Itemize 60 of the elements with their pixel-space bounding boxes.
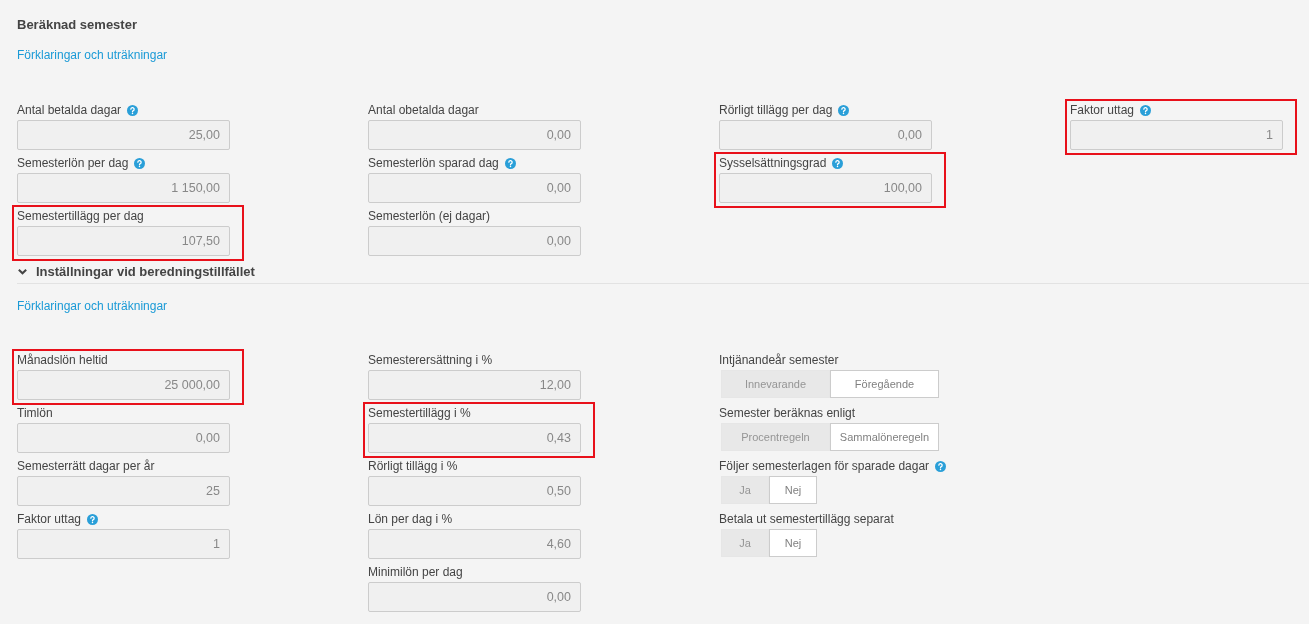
field-label: Följer semesterlagen för sparade dagar [719, 459, 930, 473]
number-field[interactable]: 0,00 [368, 173, 581, 203]
number-field[interactable]: 0,00 [368, 226, 581, 256]
field-label: Sysselsättningsgrad [719, 156, 827, 170]
explanations-link[interactable]: Förklaringar och uträkningar [17, 48, 168, 62]
field-label: Intjänandeår semester [719, 353, 839, 367]
number-field[interactable]: 0,00 [719, 120, 932, 150]
field-label: Semestertillägg i % [368, 406, 471, 420]
segment-option[interactable]: Föregående [830, 370, 939, 398]
number-field[interactable]: 0,43 [368, 423, 581, 453]
field-label: Rörligt tillägg per dag [719, 103, 833, 117]
field-label: Rörligt tillägg i % [368, 459, 458, 473]
number-field[interactable]: 0,50 [368, 476, 581, 506]
field-label: Semesterersättning i % [368, 353, 493, 367]
help-icon[interactable] [1140, 104, 1152, 116]
field-label: Månadslön heltid [17, 353, 108, 367]
help-icon[interactable] [832, 157, 844, 169]
field-label: Faktor uttag [17, 512, 82, 526]
segment-option[interactable]: Ja [721, 529, 769, 557]
help-icon[interactable] [838, 104, 850, 116]
field-label: Semestertillägg per dag [17, 209, 144, 223]
number-field[interactable]: 0,00 [17, 423, 230, 453]
field-label: Antal obetalda dagar [368, 103, 479, 117]
number-field[interactable]: 107,50 [17, 226, 230, 256]
help-icon[interactable] [127, 104, 139, 116]
number-field[interactable]: 12,00 [368, 370, 581, 400]
field-label: Minimilön per dag [368, 565, 463, 579]
help-icon[interactable] [87, 513, 99, 525]
segment-option[interactable]: Innevarande [721, 370, 830, 398]
section-title: Beräknad semester [17, 16, 137, 32]
field-label: Semesterlön sparad dag [368, 156, 499, 170]
number-field[interactable]: 25,00 [17, 120, 230, 150]
explanations-link[interactable]: Förklaringar och uträkningar [17, 299, 168, 313]
field-label: Lön per dag i % [368, 512, 453, 526]
segment-option[interactable]: Nej [769, 529, 817, 557]
field-label: Timlön [17, 406, 53, 420]
segment-option[interactable]: Ja [721, 476, 769, 504]
number-field[interactable]: 0,00 [368, 582, 581, 612]
number-field[interactable]: 1 [17, 529, 230, 559]
help-icon[interactable] [504, 157, 516, 169]
field-label: Semester beräknas enligt [719, 406, 856, 420]
field-label: Semesterlön per dag [17, 156, 129, 170]
number-field[interactable]: 25 [17, 476, 230, 506]
help-icon[interactable] [935, 460, 947, 472]
field-label: Faktor uttag [1070, 103, 1135, 117]
number-field[interactable]: 1 150,00 [17, 173, 230, 203]
field-label: Semesterlön (ej dagar) [368, 209, 491, 223]
field-label: Antal betalda dagar [17, 103, 122, 117]
field-label: Betala ut semestertillägg separat [719, 512, 894, 526]
help-icon[interactable] [134, 157, 146, 169]
segment-option[interactable]: Procentregeln [721, 423, 830, 451]
number-field[interactable]: 25 000,00 [17, 370, 230, 400]
number-field[interactable]: 1 [1070, 120, 1283, 150]
number-field[interactable]: 4,60 [368, 529, 581, 559]
segment-option[interactable]: Sammalöneregeln [830, 423, 939, 451]
number-field[interactable]: 100,00 [719, 173, 932, 203]
segment-option[interactable]: Nej [769, 476, 817, 504]
field-label: Semesterrätt dagar per år [17, 459, 155, 473]
section-title: Inställningar vid beredningstillfället [36, 263, 255, 279]
number-field[interactable]: 0,00 [368, 120, 581, 150]
